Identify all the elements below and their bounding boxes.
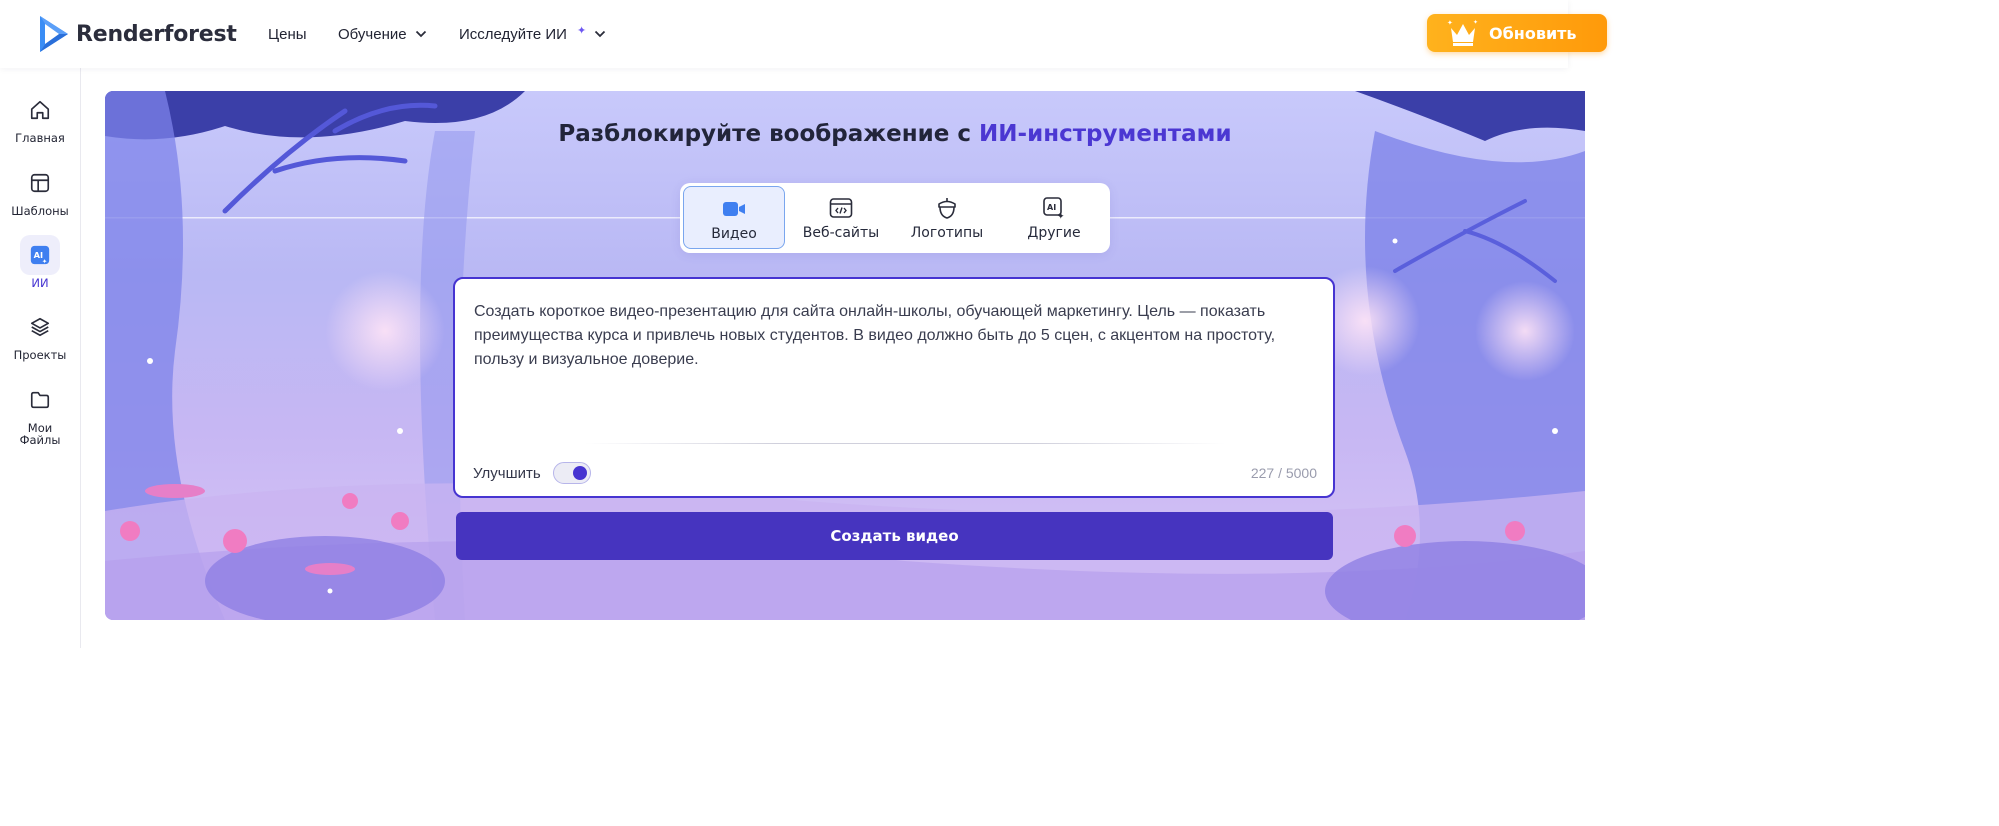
sidebar-item-label: Шаблоны — [11, 204, 69, 218]
chevron-down-icon — [415, 30, 426, 38]
layers-icon — [20, 307, 60, 347]
tab-other[interactable]: AI ✦ Другие — [1003, 186, 1105, 249]
renderforest-logo[interactable]: Renderforest — [38, 13, 237, 55]
tab-label: Веб-сайты — [802, 225, 880, 241]
creation-type-tabs: Видео Веб-сайты Логотипы AI ✦ Другие — [680, 183, 1110, 253]
sidebar-item-my-files[interactable]: Мои Файлы — [0, 380, 80, 446]
logo-acorn-icon — [896, 195, 998, 221]
sidebar-item-label: Мои Файлы — [19, 421, 61, 447]
upgrade-button[interactable]: ✦ ✦ Обновить — [1427, 14, 1607, 52]
logo-text: Renderforest — [76, 21, 237, 47]
svg-text:✦: ✦ — [1057, 212, 1065, 220]
sidebar-item-home[interactable]: Главная — [0, 90, 80, 144]
tab-video[interactable]: Видео — [683, 186, 785, 249]
upgrade-label: Обновить — [1489, 23, 1577, 43]
tab-label: Другие — [1027, 225, 1081, 241]
crown-icon: ✦ ✦ — [1447, 19, 1478, 46]
sidebar-item-ai[interactable]: AI ✦ ИИ — [0, 235, 80, 289]
prompt-textarea[interactable]: Создать короткое видео-презентацию для с… — [474, 300, 1304, 372]
nav-learning[interactable]: Обучение — [338, 0, 427, 68]
sidebar-item-label: ИИ — [31, 276, 49, 290]
svg-text:✦: ✦ — [1473, 19, 1478, 26]
video-camera-icon — [684, 196, 784, 222]
tab-label: Видео — [711, 226, 757, 242]
nav-explore-ai[interactable]: Исследуйте ИИ ✦ — [459, 0, 606, 68]
home-icon — [20, 90, 60, 130]
character-counter: 227 / 5000 — [1250, 465, 1317, 481]
hero-banner: Разблокируйте воображение с ИИ-инструмен… — [105, 91, 1585, 620]
enhance-label: Улучшить — [473, 465, 541, 482]
tab-label: Логотипы — [910, 225, 984, 241]
prompt-box: Создать короткое видео-презентацию для с… — [453, 277, 1335, 498]
sidebar-item-label: Проекты — [13, 348, 67, 362]
prompt-divider — [585, 443, 1225, 444]
enhance-toggle[interactable] — [553, 462, 591, 484]
ai-sparkle-icon: AI ✦ — [1003, 195, 1105, 221]
website-code-icon — [790, 195, 892, 221]
nav-pricing[interactable]: Цены — [268, 0, 307, 68]
create-video-button[interactable]: Создать видео — [456, 512, 1333, 560]
renderforest-play-icon — [40, 16, 68, 52]
toggle-knob — [573, 466, 587, 480]
nav-explore-ai-label: Исследуйте ИИ — [459, 25, 567, 43]
nav-pricing-label: Цены — [268, 25, 307, 43]
folder-icon — [20, 380, 60, 420]
svg-text:AI: AI — [1047, 203, 1056, 212]
sidebar-item-templates[interactable]: Шаблоны — [0, 163, 80, 217]
sidebar-item-label: Главная — [15, 131, 65, 145]
templates-icon — [20, 163, 60, 203]
ai-icon: AI ✦ — [20, 235, 60, 275]
svg-text:✦: ✦ — [42, 257, 48, 265]
hero-title-prefix: Разблокируйте воображение с — [558, 121, 980, 147]
left-sidebar: Главная Шаблоны AI ✦ ИИ Проекты Мои Файлы — [0, 68, 81, 648]
hero-title-accent: ИИ-инструментами — [979, 121, 1232, 147]
nav-learning-label: Обучение — [338, 25, 407, 43]
hero-title: Разблокируйте воображение с ИИ-инструмен… — [105, 121, 1585, 147]
chevron-down-icon — [595, 30, 606, 38]
sparkle-icon: ✦ — [576, 24, 587, 37]
svg-text:✦: ✦ — [1447, 19, 1453, 27]
top-header: Renderforest Цены Обучение Исследуйте ИИ… — [0, 0, 1607, 68]
sidebar-item-projects[interactable]: Проекты — [0, 307, 80, 361]
tab-logos[interactable]: Логотипы — [896, 186, 998, 249]
tab-websites[interactable]: Веб-сайты — [790, 186, 892, 249]
